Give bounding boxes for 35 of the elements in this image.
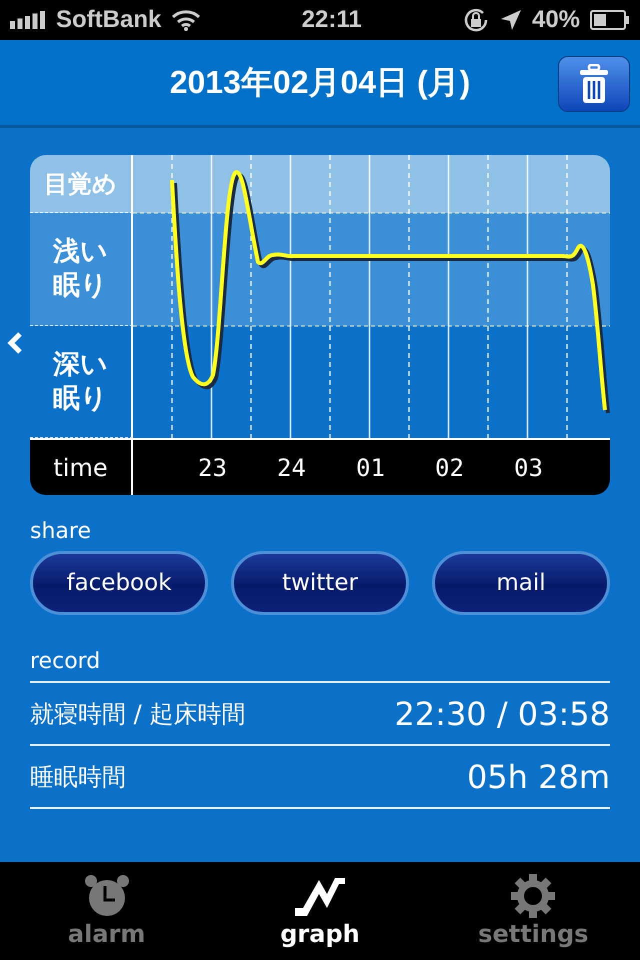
share-heading: share bbox=[30, 521, 92, 543]
tab-item[interactable]: alarm bbox=[16, 874, 197, 948]
date-title: 2013年02月04日 (月) bbox=[170, 62, 470, 102]
record-label: 睡眠時間 bbox=[30, 762, 126, 792]
location-arrow-icon bbox=[500, 9, 522, 31]
signal-icon bbox=[10, 11, 46, 29]
hour-label: 01 bbox=[355, 454, 386, 482]
hour-label: 24 bbox=[276, 454, 307, 482]
status-time: 22:11 bbox=[302, 6, 362, 34]
chevron-left-icon bbox=[7, 331, 23, 355]
sleep-level-label: 目覚め bbox=[44, 168, 117, 198]
hour-label: 03 bbox=[513, 454, 544, 482]
share-button[interactable]: mail bbox=[432, 551, 610, 615]
sleep-level-label: 深い眠り bbox=[52, 348, 109, 416]
trash-icon bbox=[579, 64, 609, 104]
rotation-lock-icon bbox=[462, 6, 490, 34]
record-value: 22:30 / 03:58 bbox=[394, 694, 610, 732]
gear-icon bbox=[511, 874, 556, 918]
alarm-clock-icon bbox=[82, 874, 131, 918]
record-label: 就寝時間 / 起床時間 bbox=[30, 698, 246, 730]
hour-label: 23 bbox=[197, 454, 228, 482]
record-heading: record bbox=[30, 651, 102, 673]
trash-button[interactable] bbox=[558, 56, 630, 112]
hour-label: 02 bbox=[434, 454, 465, 482]
battery-icon bbox=[590, 10, 630, 30]
time-axis-label: time bbox=[53, 454, 108, 482]
wifi-icon bbox=[171, 9, 202, 31]
carrier-name: SoftBank bbox=[56, 6, 162, 34]
sleep-level-label: 浅い眠り bbox=[52, 235, 109, 303]
record-value: 05h 28m bbox=[466, 758, 610, 796]
tab-item[interactable]: settings bbox=[443, 874, 624, 948]
tab-item[interactable]: graph bbox=[230, 874, 410, 948]
battery-percent: 40% bbox=[532, 6, 580, 34]
share-button[interactable]: facebook bbox=[30, 551, 208, 615]
share-button[interactable]: twitter bbox=[231, 551, 409, 615]
